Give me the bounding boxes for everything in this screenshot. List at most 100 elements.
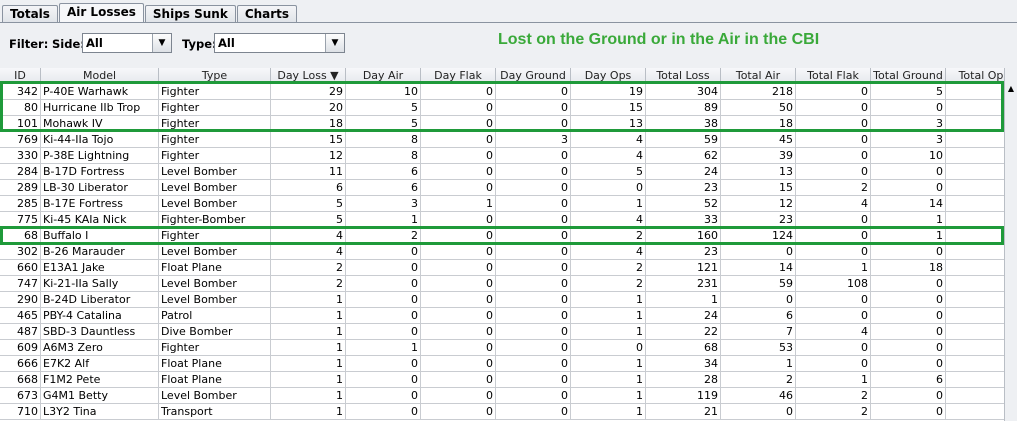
table-row[interactable]: 769 Ki-44-IIa Tojo Fighter 15 8 0 3 4 59 45 0 3 [0,132,1004,148]
table-row[interactable]: 487 SBD-3 Dauntless Dive Bomber 1 0 0 0 1 22 7 4 0 [0,324,1004,340]
table-cell: 46 [721,388,796,404]
chevron-down-icon[interactable]: ▼ [152,34,171,52]
table-cell: SBD-3 Dauntless [41,324,159,340]
table-row[interactable]: 284 B-17D Fortress Level Bomber 11 6 0 0 5 24 13 0… [0,164,1004,180]
table-cell [946,388,1004,404]
table-row[interactable]: 747 Ki-21-IIa Sally Level Bomber 2 0 0 0 2 231 59… [0,276,1004,292]
table-row[interactable]: 285 B-17E Fortress Level Bomber 5 3 1 0 1 52 12 4 1… [0,196,1004,212]
table-cell: 0 [496,196,571,212]
table-cell: 4 [571,212,646,228]
table-cell: 2 [571,228,646,244]
table-cell: 0 [871,356,946,372]
tab-air-losses[interactable]: Air Losses [58,3,144,23]
table-cell: Level Bomber [159,388,271,404]
table-cell: 0 [421,116,496,132]
table-cell: 15 [271,132,346,148]
table-cell: Float Plane [159,260,271,276]
filter-label: Filter: [9,37,49,51]
table-cell [946,132,1004,148]
table-row[interactable]: 465 PBY-4 Catalina Patrol 1 0 0 0 1 24 6 0 0 [0,308,1004,324]
table-cell: 22 [646,324,721,340]
table-cell: LB-30 Liberator [41,180,159,196]
table-cell: 1 [871,228,946,244]
table-cell: 4 [571,244,646,260]
table-cell: B-26 Marauder [41,244,159,260]
table-cell: 24 [646,164,721,180]
table-cell: 1 [271,308,346,324]
table-cell: Patrol [159,308,271,324]
air-losses-table[interactable]: ID Model Type Day Loss ▼ Day Air Day Flak Day … [0,68,1004,421]
table-cell: 342 [0,84,41,100]
table-cell: 19 [571,84,646,100]
table-cell: 52 [646,196,721,212]
column-header[interactable]: Total Air [721,68,796,83]
column-header[interactable]: Model [41,68,159,83]
table-row[interactable]: 673 G4M1 Betty Level Bomber 1 0 0 0 1 119 46 2 0 [0,388,1004,404]
table-cell: 1 [571,388,646,404]
table-row[interactable]: 290 B-24D Liberator Level Bomber 1 0 0 0 1 1 0 0 0 [0,292,1004,308]
table-cell: Fighter-Bomber [159,212,271,228]
tab-charts[interactable]: Charts [236,5,298,23]
table-cell: 0 [871,404,946,420]
table-row[interactable]: 68 Buffalo I Fighter 4 2 0 0 2 160 124 0 1 [0,228,1004,244]
column-header[interactable]: Day Loss ▼ [271,68,346,83]
table-row[interactable]: 668 F1M2 Pete Float Plane 1 0 0 0 1 28 2 1 6 [0,372,1004,388]
column-header[interactable]: Type [159,68,271,83]
table-cell: 769 [0,132,41,148]
table-cell: 0 [496,404,571,420]
column-header[interactable]: Total Ground [871,68,946,83]
table-cell: 0 [496,260,571,276]
table-header: ID Model Type Day Loss ▼ Day Air Day Flak Day … [0,68,1004,84]
chevron-down-icon[interactable]: ▼ [325,34,344,52]
type-select[interactable]: All ▼ [214,33,345,53]
table-cell: 119 [646,388,721,404]
column-header[interactable]: Day Ground [496,68,571,83]
table-cell: 290 [0,292,41,308]
table-cell: 284 [0,164,41,180]
tab-ships-sunk[interactable]: Ships Sunk [144,5,236,23]
table-cell: 23 [721,212,796,228]
table-row[interactable]: 302 B-26 Marauder Level Bomber 4 0 0 0 4 23 0 0 0 [0,244,1004,260]
column-header[interactable]: Total Loss [646,68,721,83]
table-cell: 1 [271,292,346,308]
table-cell: 28 [646,372,721,388]
table-cell: 0 [721,244,796,260]
table-cell: A6M3 Zero [41,340,159,356]
column-header[interactable]: Total Op [946,68,1004,83]
table-cell: 10 [871,148,946,164]
vertical-scrollbar[interactable]: ▲ [1004,68,1017,421]
tab-totals[interactable]: Totals [2,5,58,23]
table-cell: 18 [271,116,346,132]
table-cell: 33 [646,212,721,228]
table-row[interactable]: 660 E13A1 Jake Float Plane 2 0 0 0 2 121 14 1 18 [0,260,1004,276]
table-row[interactable]: 609 A6M3 Zero Fighter 1 1 0 0 0 68 53 0 0 [0,340,1004,356]
table-cell: Fighter [159,84,271,100]
column-header[interactable]: Day Air [346,68,421,83]
table-cell: Level Bomber [159,164,271,180]
column-header[interactable]: Day Flak [421,68,496,83]
table-row[interactable]: 666 E7K2 Alf Float Plane 1 0 0 0 1 34 1 0 0 [0,356,1004,372]
table-cell: 0 [796,308,871,324]
table-row[interactable]: 330 P-38E Lightning Fighter 12 8 0 0 4 62 39 0 10 [0,148,1004,164]
table-cell: 0 [871,292,946,308]
table-cell: 160 [646,228,721,244]
table-cell: 668 [0,372,41,388]
column-header[interactable]: Day Ops [571,68,646,83]
table-row[interactable]: 710 L3Y2 Tina Transport 1 0 0 0 1 21 0 2 0 [0,404,1004,420]
column-header[interactable]: Total Flak [796,68,871,83]
column-header[interactable]: ID [0,68,41,83]
table-cell [946,228,1004,244]
table-cell: 18 [721,116,796,132]
table-row[interactable]: 342 P-40E Warhawk Fighter 29 10 0 0 19 304 218 0 5 [0,84,1004,100]
scroll-up-icon[interactable]: ▲ [1005,83,1017,95]
table-cell: 0 [496,324,571,340]
table-cell [946,340,1004,356]
table-row[interactable]: 80 Hurricane IIb Trop Fighter 20 5 0 0 15 89 50 0 0 [0,100,1004,116]
table-row[interactable]: 775 Ki-45 KAIa Nick Fighter-Bomber 5 1 0 0 4 33 2… [0,212,1004,228]
side-select[interactable]: All ▼ [82,33,172,53]
table-row[interactable]: 101 Mohawk IV Fighter 18 5 0 0 13 38 18 0 3 [0,116,1004,132]
table-cell: 1 [271,340,346,356]
table-cell: 8 [346,132,421,148]
table-row[interactable]: 289 LB-30 Liberator Level Bomber 6 6 0 0 0 23 15 2… [0,180,1004,196]
table-cell: 4 [571,132,646,148]
